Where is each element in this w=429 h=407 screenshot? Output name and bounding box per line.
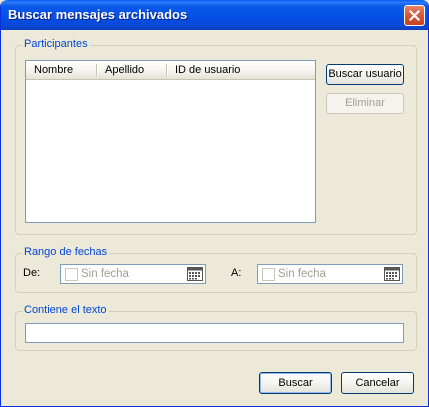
column-header-apellido[interactable]: Apellido: [97, 61, 167, 79]
from-date-picker[interactable]: Sin fecha: [60, 264, 206, 284]
to-date-label: A:: [231, 267, 242, 279]
search-button[interactable]: Buscar: [259, 372, 332, 394]
calendar-icon[interactable]: [187, 267, 203, 281]
from-date-checkbox[interactable]: [65, 268, 78, 281]
to-date-value: Sin fecha: [278, 268, 326, 280]
remove-button[interactable]: Eliminar: [326, 93, 404, 114]
to-date-picker[interactable]: Sin fecha: [257, 264, 403, 284]
dialog-window: Buscar mensajes archivados Participantes…: [0, 0, 429, 407]
column-header-nombre[interactable]: Nombre: [26, 61, 97, 79]
from-date-label: De:: [23, 267, 41, 279]
column-header-id-usuario[interactable]: ID de usuario: [167, 61, 315, 79]
title-bar[interactable]: Buscar mensajes archivados: [1, 0, 428, 30]
participants-list-header: Nombre Apellido ID de usuario: [26, 61, 315, 80]
contains-text-input[interactable]: [25, 323, 404, 343]
window-title: Buscar mensajes archivados: [8, 7, 188, 22]
cancel-button[interactable]: Cancelar: [341, 372, 414, 394]
to-date-checkbox[interactable]: [262, 268, 275, 281]
date-range-group-label: Rango de fechas: [22, 246, 110, 258]
close-icon: [409, 10, 420, 21]
participants-group-label: Participantes: [22, 38, 90, 50]
search-user-button[interactable]: Buscar usuario: [326, 64, 404, 85]
participants-list[interactable]: Nombre Apellido ID de usuario: [25, 60, 316, 223]
dialog-body: Participantes Nombre Apellido ID de usua…: [4, 30, 425, 403]
contains-text-group-label: Contiene el texto: [22, 304, 109, 316]
close-button[interactable]: [404, 5, 425, 26]
calendar-icon[interactable]: [384, 267, 400, 281]
from-date-value: Sin fecha: [81, 268, 129, 280]
